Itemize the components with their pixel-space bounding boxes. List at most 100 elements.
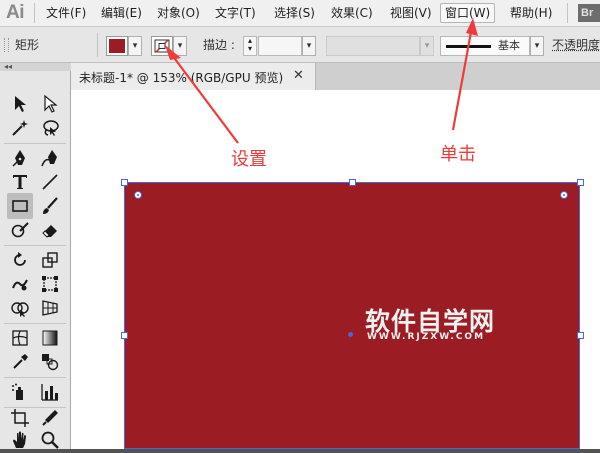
column-graph-tool[interactable] [37,379,63,405]
grip-handle[interactable] [4,38,9,52]
paintbrush-tool[interactable] [37,193,63,219]
slice-icon [42,410,58,426]
object-type-label: 矩形 [15,38,40,52]
rotate-tool[interactable] [7,247,33,273]
brush-name: 基本 [498,39,520,52]
stroke-weight-input[interactable] [258,36,302,56]
fill-dropdown[interactable]: ▾ [128,36,142,56]
document-tab[interactable]: 未标题-1* @ 153% (RGB/GPU 预览) ✕ [71,63,316,90]
menu-help[interactable]: 帮助(H) [510,4,552,22]
lasso-icon [43,120,59,136]
stroke-weight-stepper[interactable]: ▴ ▾ [243,36,257,56]
free-transform-tool[interactable] [37,271,63,297]
scale-icon [42,252,58,268]
menu-bar: Ai 文件(F) 编辑(E) 对象(O) 文字(T) 选择(S) 效果(C) 视… [0,0,600,27]
menu-view[interactable]: 视图(V) [390,4,432,22]
app-logo: Ai [6,2,25,23]
eyedropper-icon [13,354,28,369]
menu-edit[interactable]: 编辑(E) [101,4,142,22]
mesh-icon [12,330,28,346]
pen-icon [12,150,25,167]
rectangle-tool[interactable] [7,193,33,219]
zoom-icon [41,431,59,449]
tools-panel: ◂◂ [0,63,74,449]
column-graph-icon [41,384,58,401]
selection-icon [15,96,26,112]
menu-divider [567,3,568,23]
variable-width-dropdown[interactable]: ▾ [420,36,434,56]
gradient-tool[interactable] [37,325,63,351]
menu-file[interactable]: 文件(F) [46,4,86,22]
handle-top-right[interactable] [577,179,584,186]
magic-wand-tool[interactable] [7,115,33,141]
symbol-sprayer-tool[interactable] [7,379,33,405]
annotation-click-label: 单击 [440,144,476,165]
artboard-canvas[interactable]: 软件自学网 WWW.RJZXW.COM [71,90,600,449]
tool-divider [4,377,66,378]
no-stroke-icon [154,39,170,53]
stroke-swatch[interactable] [151,36,173,56]
eyedropper-tool[interactable] [7,349,33,375]
shaper-tool[interactable] [7,217,33,243]
variable-width-profile[interactable] [326,36,420,56]
corner-radius-widget[interactable] [134,191,142,199]
blend-icon [42,354,59,371]
zoom-tool[interactable] [37,427,63,453]
annotation-set-label: 设置 [231,149,267,170]
menu-window[interactable]: 窗口(W) [440,3,496,23]
tools-panel-header[interactable]: ◂◂ [0,63,74,71]
type-tool[interactable] [7,169,33,195]
line-segment-tool[interactable] [37,169,63,195]
opacity-link[interactable]: 不透明度 [552,37,600,53]
rectangle-fill[interactable] [124,182,580,449]
line-segment-icon [42,174,58,190]
brush-definition[interactable]: 基本 [440,36,530,56]
eraser-tool[interactable] [37,217,63,243]
pen-tool[interactable] [7,145,33,171]
stroke-dropdown[interactable]: ▾ [173,36,187,56]
perspective-grid-tool[interactable] [37,295,63,321]
close-icon[interactable]: ✕ [293,68,304,84]
selection-tool[interactable] [7,91,33,117]
basic-brush-stroke [446,45,491,48]
mesh-tool[interactable] [7,325,33,351]
menu-type[interactable]: 文字(T) [215,4,256,22]
shape-builder-icon [11,302,29,317]
artboard-icon [11,409,29,427]
menu-effect[interactable]: 效果(C) [331,4,373,22]
scale-tool[interactable] [37,247,63,273]
handle-top-center[interactable] [349,179,356,186]
warp-icon [12,279,28,291]
warp-tool[interactable] [7,271,33,297]
corner-radius-widget[interactable] [560,191,568,199]
menu-divider [34,3,35,23]
stroke-label: 描边 : [203,38,235,52]
handle-top-left[interactable] [121,179,128,186]
curvature-tool[interactable] [37,145,63,171]
fill-swatch[interactable] [106,36,128,56]
fill-color-chip [109,39,125,53]
curvature-icon [41,150,57,167]
direct-selection-tool[interactable] [37,91,63,117]
menu-select[interactable]: 选择(S) [274,4,315,22]
blend-tool[interactable] [37,349,63,375]
stroke-weight-dropdown[interactable]: ▾ [302,36,316,56]
handle-middle-left[interactable] [121,332,128,339]
menu-object[interactable]: 对象(O) [157,4,200,22]
watermark-url: WWW.RJZXW.COM [367,332,486,342]
rotate-icon [14,252,26,266]
type-icon [13,175,27,189]
brush-dropdown[interactable]: ▾ [530,36,544,56]
selected-rectangle[interactable]: 软件自学网 WWW.RJZXW.COM [121,179,584,449]
bridge-button[interactable]: Br [578,4,600,22]
handle-middle-right[interactable] [577,332,584,339]
shape-builder-tool[interactable] [7,295,33,321]
lasso-tool[interactable] [37,115,63,141]
magic-wand-icon [12,120,28,136]
tool-divider [4,143,66,144]
paintbrush-icon [43,197,58,214]
document-tab-title: 未标题-1* @ 153% (RGB/GPU 预览) [79,71,284,85]
control-divider [97,33,98,57]
free-transform-icon [42,276,58,292]
hand-tool[interactable] [7,427,33,453]
